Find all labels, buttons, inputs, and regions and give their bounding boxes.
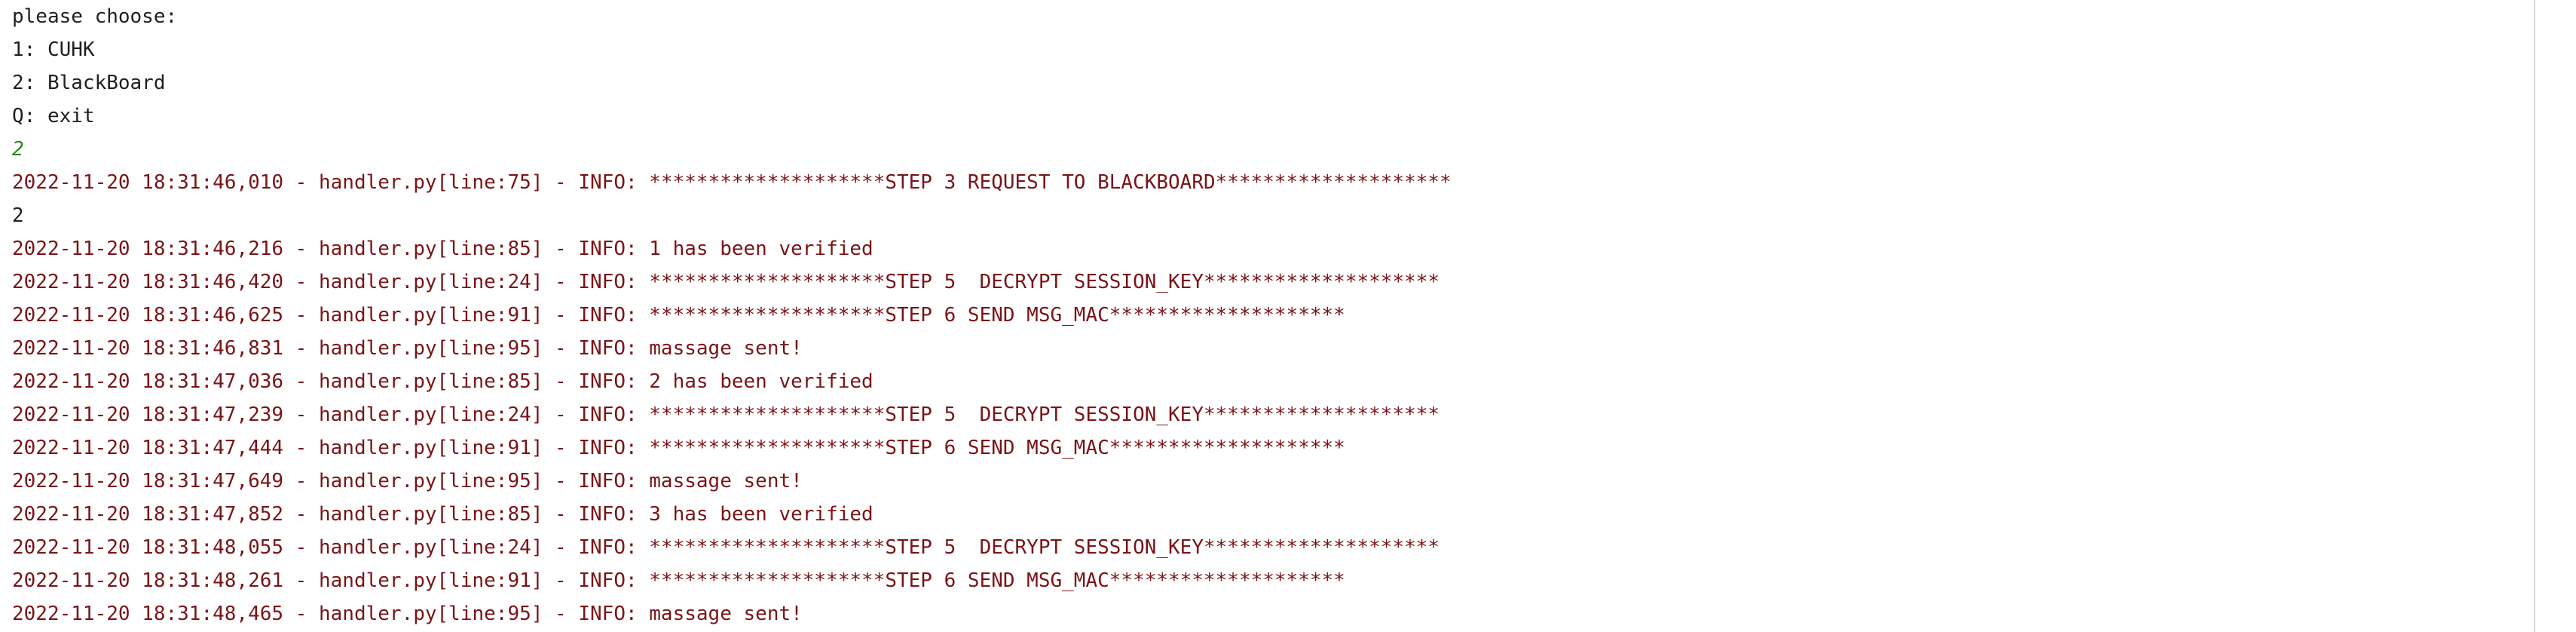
console-log-line: 2022-11-20 18:31:47,036 - handler.py[lin… <box>12 370 873 393</box>
console-log-line: 2022-11-20 18:31:48,261 - handler.py[lin… <box>12 569 1345 592</box>
console-line: 2 <box>12 204 24 227</box>
console-log-line: 2022-11-20 18:31:46,216 - handler.py[lin… <box>12 238 873 260</box>
console-input-line: 2 <box>12 138 24 161</box>
console-log-line: 2022-11-20 18:31:47,444 - handler.py[lin… <box>12 437 1345 459</box>
console-log-line: 2022-11-20 18:31:48,055 - handler.py[lin… <box>12 536 1440 559</box>
console-log-line: 2022-11-20 18:31:46,625 - handler.py[lin… <box>12 304 1345 327</box>
console-lines: please choose: 1: CUHK 2: BlackBoard Q: … <box>12 0 1452 630</box>
console-log-line: 2022-11-20 18:31:46,010 - handler.py[lin… <box>12 171 1452 194</box>
console-log-line: 2022-11-20 18:31:46,420 - handler.py[lin… <box>12 271 1440 293</box>
console-log-line: 2022-11-20 18:31:47,239 - handler.py[lin… <box>12 403 1440 426</box>
console-line: 1: CUHK <box>12 38 95 61</box>
console-line: please choose: <box>12 5 178 28</box>
console-line: 2: BlackBoard <box>12 72 166 94</box>
console-log-line: 2022-11-20 18:31:47,649 - handler.py[lin… <box>12 470 803 492</box>
console-output-pane[interactable]: please choose: 1: CUHK 2: BlackBoard Q: … <box>0 0 2534 632</box>
scrollbar-divider <box>2534 0 2535 632</box>
console-log-line: 2022-11-20 18:31:46,831 - handler.py[lin… <box>12 337 803 360</box>
console-log-line: 2022-11-20 18:31:48,465 - handler.py[lin… <box>12 603 803 625</box>
vertical-scrollbar[interactable] <box>2534 0 2576 632</box>
console-line: Q: exit <box>12 105 95 127</box>
console-log-line: 2022-11-20 18:31:47,852 - handler.py[lin… <box>12 503 873 526</box>
